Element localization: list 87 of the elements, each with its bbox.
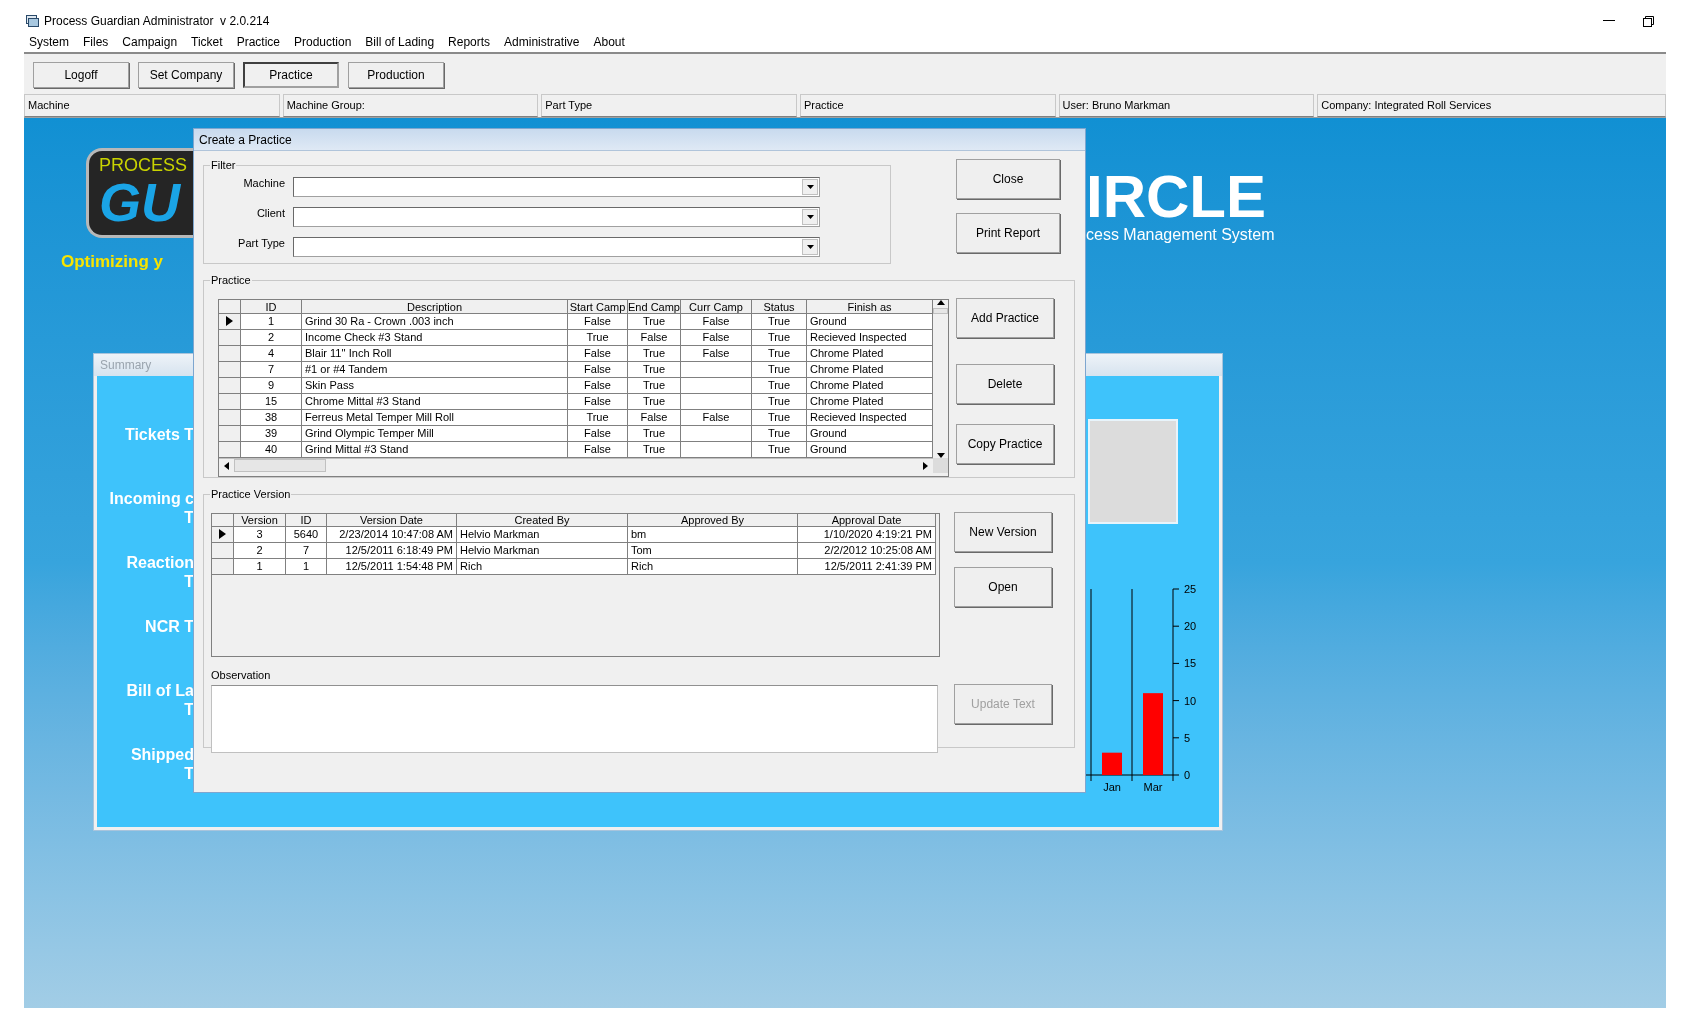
group-title: Filter xyxy=(210,158,237,173)
panel-title: Summary xyxy=(100,357,152,374)
dialog-button[interactable]: New Version xyxy=(954,511,1052,552)
toolbar-button[interactable]: Production xyxy=(348,62,444,88)
minimize-icon[interactable] xyxy=(1603,20,1615,22)
menu-item[interactable]: System xyxy=(29,33,69,51)
observation-field[interactable] xyxy=(211,685,938,753)
scroll-thumb[interactable] xyxy=(234,459,326,472)
status-field: Part Type xyxy=(541,94,797,117)
dialog-button[interactable]: Delete xyxy=(956,363,1054,404)
menu-item[interactable]: Bill of Lading xyxy=(365,33,435,51)
dialog-button[interactable]: Close xyxy=(956,159,1060,199)
window-title: Process Guardian Administrator v 2.0.214 xyxy=(44,13,270,30)
menu-item[interactable]: Reports xyxy=(448,33,491,51)
summary-label: Incoming c xyxy=(109,489,194,508)
menu-item[interactable]: Production xyxy=(294,33,352,51)
status-field: Practice xyxy=(799,94,1056,117)
toolbar-button[interactable]: Set Company xyxy=(138,62,234,88)
horizontal-scrollbar[interactable] xyxy=(219,457,933,473)
column-header[interactable]: Finish as xyxy=(807,299,933,314)
menu-item[interactable]: Administrative xyxy=(504,33,580,51)
field-label: Part Type xyxy=(237,236,285,252)
category-label: Mar xyxy=(1143,781,1163,793)
status-field: User: Bruno Markman xyxy=(1058,94,1315,117)
chart-bar xyxy=(1102,752,1122,775)
dropdown-field[interactable] xyxy=(293,176,820,197)
scroll-right-icon[interactable] xyxy=(923,461,928,470)
status-field: Machine xyxy=(24,94,280,117)
logo-text: GU xyxy=(99,175,182,229)
tick-label: 15 xyxy=(1184,657,1197,670)
vertical-scrollbar[interactable] xyxy=(933,299,948,458)
row-pointer-icon xyxy=(226,316,233,326)
menu-item[interactable]: About xyxy=(593,33,625,51)
column-header[interactable]: Version xyxy=(234,513,286,527)
app-icon xyxy=(26,15,39,27)
column-header[interactable]: Curr Camp xyxy=(681,299,752,314)
summary-label: Reaction xyxy=(126,553,194,572)
column-header[interactable]: Approved By xyxy=(628,513,798,527)
field-label: Machine xyxy=(242,176,285,192)
tick-label: 0 xyxy=(1184,769,1191,781)
tick-label: 10 xyxy=(1184,694,1197,707)
column-header[interactable]: Approval Date xyxy=(798,513,936,527)
dialog-button[interactable]: Open xyxy=(954,566,1052,607)
column-header[interactable]: Start Camp xyxy=(568,299,628,314)
dropdown-arrow-icon xyxy=(806,214,814,219)
dropdown-arrow-icon xyxy=(806,184,814,189)
menu-item[interactable]: Practice xyxy=(236,33,280,51)
brand-title: IRCLE xyxy=(1086,168,1266,226)
status-field: Company: Integrated Roll Services xyxy=(1317,94,1666,117)
dropdown-field[interactable] xyxy=(293,236,820,257)
column-header[interactable]: ID xyxy=(241,299,302,314)
column-header[interactable]: ID xyxy=(286,513,327,527)
category-label: Jan xyxy=(1103,781,1121,793)
summary-label: Shipped xyxy=(130,745,194,764)
dialog-button[interactable]: Add Practice xyxy=(956,297,1054,338)
toolbar-button[interactable]: Practice xyxy=(243,62,339,88)
menu-item[interactable]: Files xyxy=(83,33,109,51)
menu-item[interactable]: Campaign xyxy=(122,33,178,51)
group-title: Practice Version xyxy=(210,487,292,502)
scroll-thumb[interactable] xyxy=(933,307,948,314)
column-header[interactable]: Status xyxy=(752,299,807,314)
tick-label: 5 xyxy=(1184,731,1191,744)
tagline: Optimizing y xyxy=(61,251,164,273)
dropdown-field[interactable] xyxy=(293,206,820,227)
menu-item[interactable]: Ticket xyxy=(191,33,223,51)
summary-label: Bill of La xyxy=(126,681,194,700)
restore-icon[interactable] xyxy=(1643,15,1654,27)
status-field: Machine Group: xyxy=(282,94,539,117)
dialog-button[interactable]: Print Report xyxy=(956,213,1060,253)
column-header[interactable]: End Camp xyxy=(628,299,681,314)
column-header[interactable]: Version Date xyxy=(327,513,457,527)
dropdown-arrow-icon xyxy=(806,244,814,249)
row-pointer-icon xyxy=(219,529,226,539)
logo-text: PROCESS xyxy=(99,155,189,175)
dialog-title: Create a Practice xyxy=(199,131,292,149)
tick-label: 25 xyxy=(1184,583,1197,595)
column-header[interactable]: Description xyxy=(302,299,568,314)
group-title: Practice xyxy=(210,273,252,288)
scroll-up-icon[interactable] xyxy=(936,299,945,305)
toolbar-button[interactable]: Logoff xyxy=(33,62,129,88)
tick-label: 20 xyxy=(1184,620,1197,633)
brand-subtitle: cess Management System xyxy=(1086,226,1275,244)
column-header[interactable]: Created By xyxy=(457,513,628,527)
field-label: Client xyxy=(255,206,285,222)
scroll-left-icon[interactable] xyxy=(224,461,229,470)
dialog-button[interactable]: Copy Practice xyxy=(956,423,1054,464)
field-label: Observation xyxy=(211,667,272,683)
